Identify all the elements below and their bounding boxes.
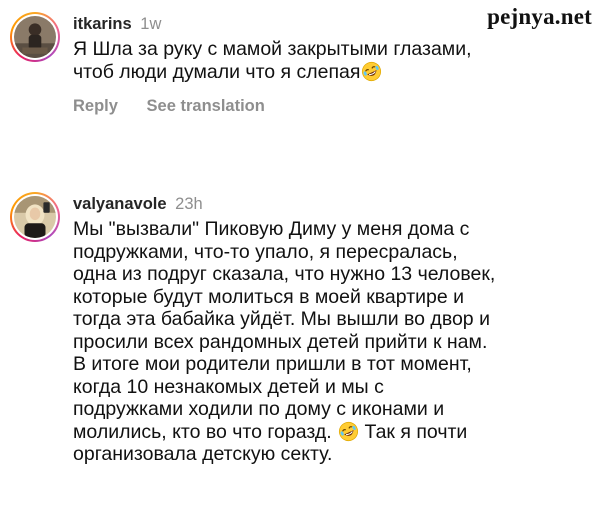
comment-line: одна из подруг сказала, что нужно 13 чел…	[73, 263, 496, 285]
timestamp: 1w	[140, 15, 162, 33]
see-translation-link[interactable]: See translation	[147, 97, 265, 115]
comment-line: В итоге мои родители пришли в тот момент…	[73, 353, 472, 375]
avatar[interactable]	[10, 12, 60, 62]
comment-line: молились, кто во что горазд. Так я почти	[73, 421, 580, 444]
comment-line: когда 10 незнакомых детей и мы с	[73, 375, 384, 398]
username[interactable]: valyanavole	[73, 195, 167, 213]
rofl-emoji-icon	[362, 61, 382, 81]
rofl-emoji-icon	[339, 421, 359, 441]
avatar-photo	[14, 196, 56, 238]
comment-line-tail: Так я почти	[364, 420, 468, 443]
avatar-photo	[14, 16, 56, 58]
timestamp: 23h	[175, 195, 203, 213]
comment-line: организовала детскую секту.	[73, 443, 333, 465]
username[interactable]: itkarins	[73, 15, 132, 33]
comment-line: подружками ходили по дому с иконами и	[73, 398, 445, 420]
comment-line: Мы "вызвали" Пиковую Диму у меня дома с	[73, 218, 470, 240]
comment-line-text: чтоб люди думали что я слепая	[73, 60, 361, 83]
avatar[interactable]	[10, 192, 60, 242]
comment-line: тогда эта бабайка уйдёт. Мы вышли во дво…	[73, 308, 490, 330]
comment-line: которые будут молиться в моей квартире и	[73, 285, 465, 308]
comment-text: Мы "вызвали" Пиковую Диму у меня дома с …	[73, 218, 580, 466]
comment-text: Я Шла за руку с мамой закрытыми глазами,…	[73, 38, 580, 83]
comment-line-text: молились, кто во что горазд.	[73, 420, 332, 443]
comment-line: Я Шла за руку с мамой закрытыми глазами,	[73, 38, 472, 60]
comment-line: просили всех рандомных детей прийти к на…	[73, 330, 488, 353]
reply-button[interactable]: Reply	[73, 97, 118, 115]
comment-line: подружками, что-то упало, я пересралась,	[73, 240, 458, 263]
comment-line: чтоб люди думали что я слепая	[73, 61, 580, 84]
